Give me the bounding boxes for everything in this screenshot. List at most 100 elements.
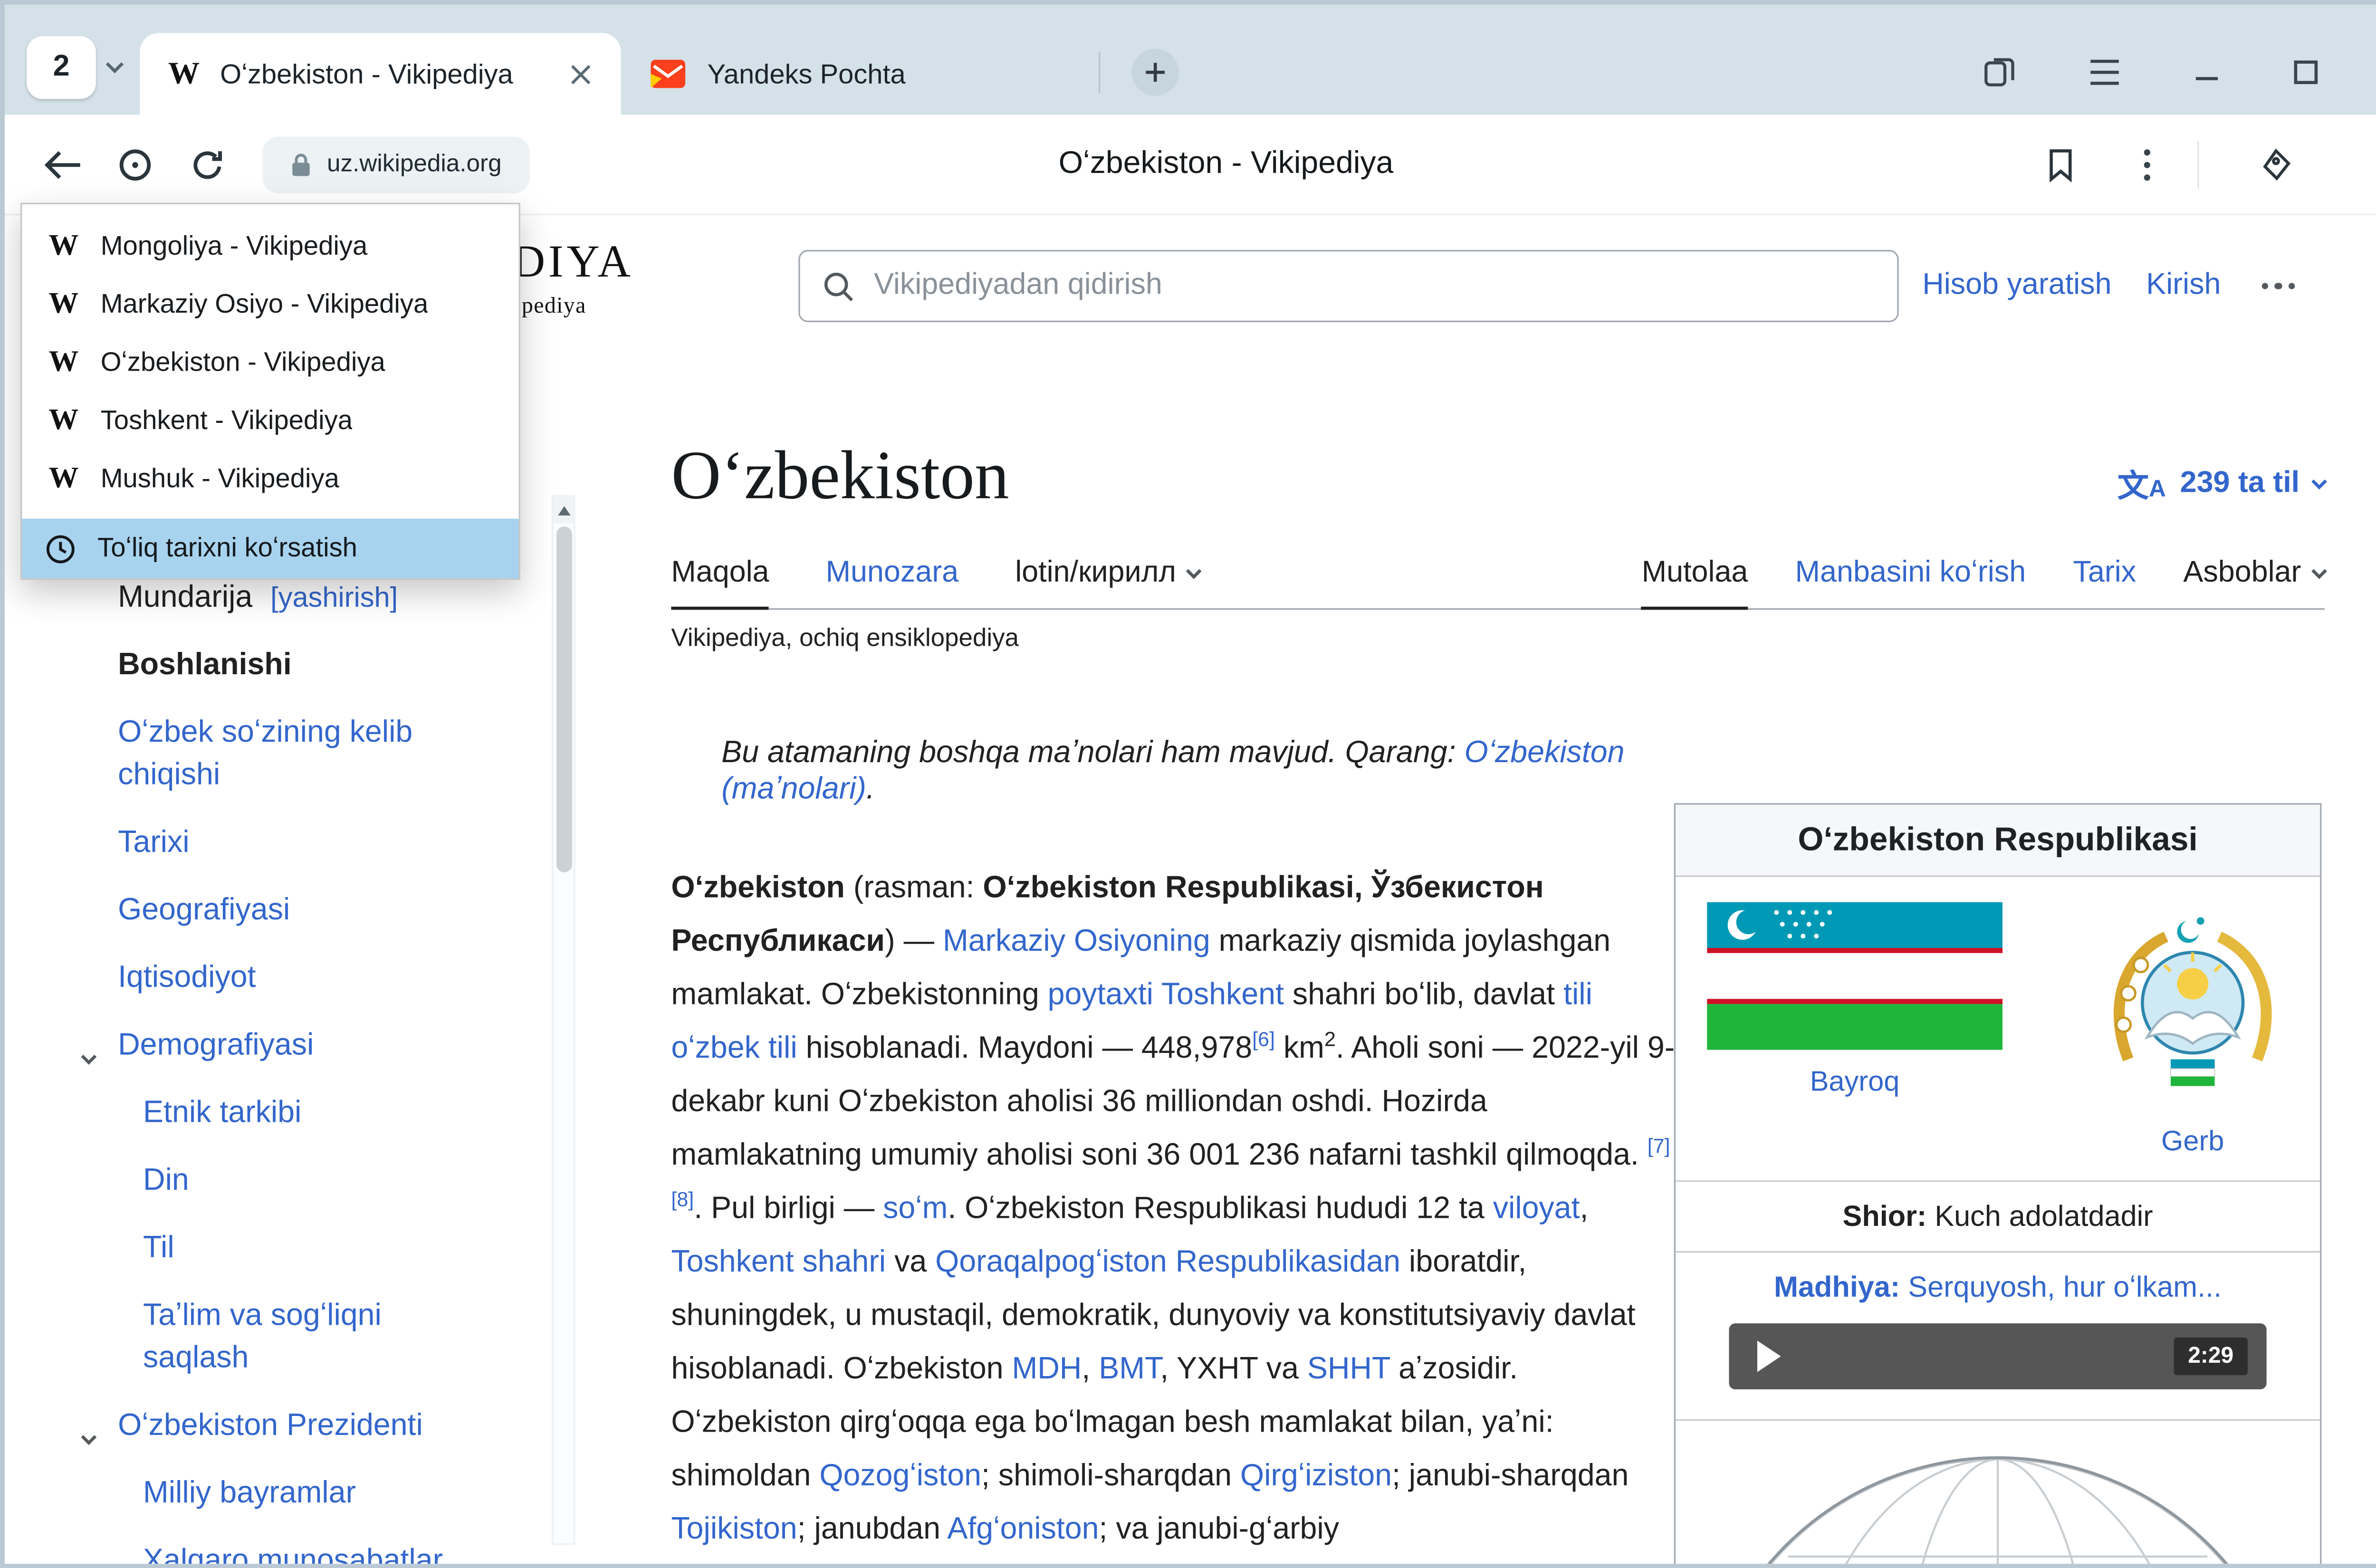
article-tab-manbasini-ko-rish[interactable]: Manbasini koʻrish xyxy=(1795,556,2026,608)
chevron-down-icon xyxy=(83,1033,94,1075)
hatnote: Bu atamaning boshqa maʼnolari ham mavjud… xyxy=(721,736,1727,808)
text-segment: km xyxy=(1275,1031,1324,1066)
side-panel-icon[interactable] xyxy=(1982,55,2017,90)
flag-caption-link[interactable]: Bayroq xyxy=(1810,1066,1900,1099)
article-tab-mutolaa[interactable]: Mutolaa xyxy=(1642,556,1748,608)
article-link[interactable]: viloyat xyxy=(1493,1191,1580,1226)
tab-group-button[interactable]: 2 xyxy=(27,36,121,99)
more-options-icon[interactable] xyxy=(2261,283,2295,290)
toc-item-tarixi[interactable]: Tarixi xyxy=(118,822,495,864)
globe-image[interactable] xyxy=(1684,1443,2312,1564)
motto-text: Kuch adolatdadir xyxy=(1935,1199,2153,1232)
toc-item-etnik-tarkibi[interactable]: Etnik tarkibi xyxy=(118,1092,495,1135)
toc-item-demografiyasi[interactable]: Demografiyasi xyxy=(118,1025,495,1067)
bookmark-icon[interactable] xyxy=(2024,128,2097,201)
toc-item-o-zbek-so-zining-kelib-chiqishi[interactable]: Oʻzbek soʻzining kelib chiqishi xyxy=(118,712,495,797)
emblem-caption-link[interactable]: Gerb xyxy=(2161,1125,2224,1158)
history-item-label: Oʻzbekiston - Vikipediya xyxy=(101,346,385,378)
audio-player[interactable]: 2:29 xyxy=(1729,1323,2266,1389)
address-bar[interactable]: uz.wikipedia.org xyxy=(262,136,530,192)
show-full-history-item[interactable]: Toʻliq tarixni koʻrsatish xyxy=(22,519,518,579)
article-link[interactable]: Qoraqalpogʻiston Respublikasidan xyxy=(935,1245,1400,1280)
assistant-icon[interactable] xyxy=(99,128,171,201)
more-menu-icon[interactable] xyxy=(2137,142,2156,186)
flag-image[interactable] xyxy=(1707,902,2002,1050)
divider xyxy=(1099,52,1100,93)
history-item-label: Mongoliya - Vikipediya xyxy=(101,230,368,262)
article-link[interactable]: SHHT xyxy=(1307,1352,1390,1386)
article-tab-lotin-кирилл[interactable]: lotin/кирилл xyxy=(1015,556,1199,608)
text-segment: va xyxy=(886,1245,935,1280)
reload-button[interactable] xyxy=(172,128,244,201)
text-segment: ; va janubi-gʻarbiy xyxy=(1099,1512,1339,1547)
article-tabs-right: Mutolaa Manbasini koʻrish Tarix Asboblar xyxy=(1642,556,2325,608)
text-segment: . Pul birligi — xyxy=(694,1191,883,1226)
article-link[interactable]: soʻm xyxy=(883,1191,948,1226)
article-tab-maqola[interactable]: Maqola xyxy=(671,556,769,608)
toc-scrollbar[interactable] xyxy=(552,495,575,1545)
tab-active-wikipedia[interactable]: W Oʻzbekiston - Vikipediya xyxy=(140,33,621,115)
article-link[interactable]: Toshkent shahri xyxy=(671,1245,886,1280)
article-link[interactable]: Qozogʻiston xyxy=(819,1459,981,1493)
article-link[interactable]: BMT xyxy=(1099,1352,1160,1386)
tab-yandex-pochta[interactable]: Yandeks Pochta xyxy=(621,33,1092,115)
article-link[interactable]: Markaziy Osiyoning xyxy=(943,924,1210,959)
tab-title: Yandeks Pochta xyxy=(707,57,1064,90)
table-of-contents: Mundarija [yashirish] BoshlanishiOʻzbek … xyxy=(118,577,495,1564)
toc-hide-link[interactable]: [yashirish] xyxy=(270,582,398,613)
article-tab-munozara[interactable]: Munozara xyxy=(826,556,959,608)
article-link[interactable]: poytaxti xyxy=(1048,977,1153,1012)
chevron-down-icon xyxy=(1187,564,1202,579)
toc-item-til[interactable]: Til xyxy=(118,1227,495,1270)
back-button[interactable] xyxy=(27,128,99,201)
toc-item-o-zbekiston-prezidenti[interactable]: Oʻzbekiston Prezidenti xyxy=(118,1405,495,1447)
anthem-label-link[interactable]: Madhiya: xyxy=(1774,1270,1900,1303)
reference-link[interactable]: [6] xyxy=(1252,1027,1275,1051)
search-input[interactable] xyxy=(874,269,1875,304)
wikipedia-favicon: W xyxy=(49,287,79,322)
collections-icon[interactable] xyxy=(2240,128,2312,201)
tab-counter[interactable]: 2 xyxy=(27,36,96,99)
article-tab-asboblar[interactable]: Asboblar xyxy=(2183,556,2325,608)
toc-item-iqtisodiyot[interactable]: Iqtisodiyot xyxy=(118,957,495,999)
article-link[interactable]: MDH xyxy=(1012,1352,1082,1386)
text-segment: shahri boʻlib, davlat xyxy=(1284,977,1563,1012)
toc-item-geografiyasi[interactable]: Geografiyasi xyxy=(118,889,495,932)
wikipedia-search-bar[interactable] xyxy=(798,250,1898,322)
history-item-mongoliya-vikipediya[interactable]: WMongoliya - Vikipediya xyxy=(22,217,518,275)
toc-item-xalqaro-munosabatlar[interactable]: Xalqaro munosabatlar xyxy=(118,1540,495,1564)
scroll-up-button[interactable] xyxy=(553,497,574,523)
play-icon[interactable] xyxy=(1757,1340,1781,1372)
article-link[interactable]: Qirgʻiziston xyxy=(1240,1459,1392,1493)
toc-item-boshlanishi[interactable]: Boshlanishi xyxy=(118,644,495,687)
emblem-image[interactable] xyxy=(2097,902,2289,1110)
maximize-button[interactable] xyxy=(2292,58,2320,86)
toc-scrollbar-thumb[interactable] xyxy=(556,526,571,872)
history-item-markaziy-osiyo-vikipediya[interactable]: WMarkaziy Osiyo - Vikipediya xyxy=(22,275,518,333)
history-item-toshkent-vikipediya[interactable]: WToshkent - Vikipediya xyxy=(22,392,518,449)
minimize-button[interactable] xyxy=(2193,58,2221,86)
history-item-mushuk-vikipediya[interactable]: WMushuk - Vikipediya xyxy=(22,449,518,507)
article-link[interactable]: Tojikiston xyxy=(671,1512,797,1547)
download-icon[interactable] xyxy=(2353,128,2376,201)
toc-item-milliy-bayramlar[interactable]: Milliy bayramlar xyxy=(118,1472,495,1515)
menu-icon[interactable] xyxy=(2088,58,2122,86)
article-tab-tarix[interactable]: Tarix xyxy=(2073,556,2136,608)
history-item-o-zbekiston-vikipediya[interactable]: WOʻzbekiston - Vikipediya xyxy=(22,333,518,391)
new-tab-button[interactable] xyxy=(1132,49,1179,96)
article-heading: Oʻzbekiston xyxy=(671,435,2325,516)
reference-link[interactable]: [8] xyxy=(671,1187,694,1211)
toc-item-din[interactable]: Din xyxy=(118,1160,495,1202)
account-link-kirish[interactable]: Kirish xyxy=(2146,269,2221,304)
article-link[interactable]: Afgʻoniston xyxy=(947,1512,1099,1547)
article-link[interactable]: Toshkent xyxy=(1161,977,1284,1012)
toc-item-label: Iqtisodiyot xyxy=(118,960,256,995)
language-selector-button[interactable]: 文A 239 ta til xyxy=(2117,460,2325,506)
reference-link[interactable]: [7] xyxy=(1648,1134,1670,1158)
account-link-hisob-yaratish[interactable]: Hisob yaratish xyxy=(1922,269,2111,304)
toc-item-label: Tarixi xyxy=(118,825,190,860)
tab-close-icon[interactable] xyxy=(569,62,593,86)
toc-item-ta-lim-va-sog-liqni-saqlash[interactable]: Taʼlim va sogʻliqni saqlash xyxy=(118,1295,495,1380)
anthem-title-link[interactable]: Serquyosh, hur oʻlkam... xyxy=(1908,1270,2222,1303)
toc-item-label: Din xyxy=(143,1163,189,1198)
